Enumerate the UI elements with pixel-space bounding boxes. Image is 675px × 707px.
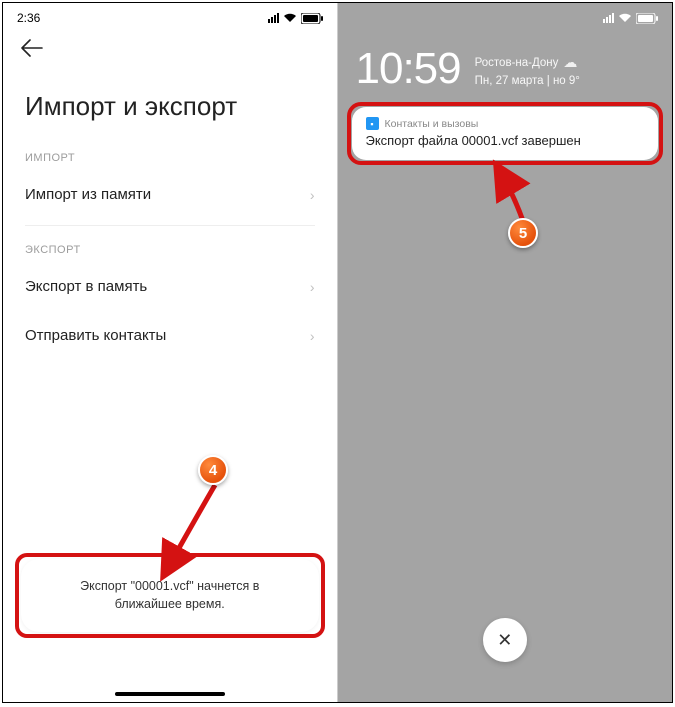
callout-badge-4: 4 [198,455,228,485]
status-time: 2:36 [17,11,40,25]
dismiss-button[interactable]: ✕ [483,618,527,662]
arrow-left-icon [21,39,43,57]
row-label: Импорт из памяти [25,186,151,203]
notification-app-row: ▪ Контакты и вызовы [366,117,645,130]
signal-icon [268,13,279,23]
chevron-right-icon: › [310,187,315,203]
battery-icon [301,13,323,24]
screenshot-right: 10:59 Ростов-на-Дону ☁ Пн, 27 марта | но… [338,3,673,702]
row-import-from-memory[interactable]: Импорт из памяти › [3,170,337,219]
statusbar-left: 2:36 [3,3,337,29]
status-icons-right [603,13,658,24]
signal-icon [603,13,614,23]
screenshot-left: 2:36 Импорт и экспорт ИМПОРТ Импорт из п… [3,3,338,702]
callout-arrow-4 [153,483,243,588]
status-icons-left [268,13,323,24]
row-send-contacts[interactable]: Отправить контакты › [3,311,337,360]
row-label: Отправить контакты [25,327,166,344]
lockscreen-header: 10:59 Ростов-на-Дону ☁ Пн, 27 марта | но… [338,29,673,101]
weather-icon: ☁ [563,53,577,73]
nav-pill [115,692,225,696]
section-import-label: ИМПОРТ [3,152,337,170]
notification-container: ▪ Контакты и вызовы Экспорт файла 00001.… [352,107,659,160]
back-button[interactable] [3,29,337,63]
statusbar-right [338,3,673,29]
row-label: Экспорт в память [25,278,147,295]
page-title: Импорт и экспорт [3,63,337,152]
chevron-right-icon: › [310,328,315,344]
chevron-right-icon: › [310,279,315,295]
lock-time: 10:59 [356,47,461,91]
contacts-app-icon: ▪ [366,117,379,130]
lock-city: Ростов-на-Дону [475,55,559,71]
row-export-to-memory[interactable]: Экспорт в память › [3,262,337,311]
lock-meta: Ростов-на-Дону ☁ Пн, 27 марта | но 9° [475,47,580,89]
divider [25,225,315,226]
close-icon: ✕ [497,630,512,651]
notification-app-name: Контакты и вызовы [385,118,479,130]
callout-badge-5: 5 [508,218,538,248]
section-export-label: ЭКСПОРТ [3,244,337,262]
wifi-icon [283,13,297,23]
notification-text: Экспорт файла 00001.vcf завершен [366,133,645,148]
wifi-icon [618,13,632,23]
notification-card[interactable]: ▪ Контакты и вызовы Экспорт файла 00001.… [352,107,659,160]
battery-icon [636,13,658,24]
lock-date: Пн, 27 марта | но 9° [475,73,580,89]
